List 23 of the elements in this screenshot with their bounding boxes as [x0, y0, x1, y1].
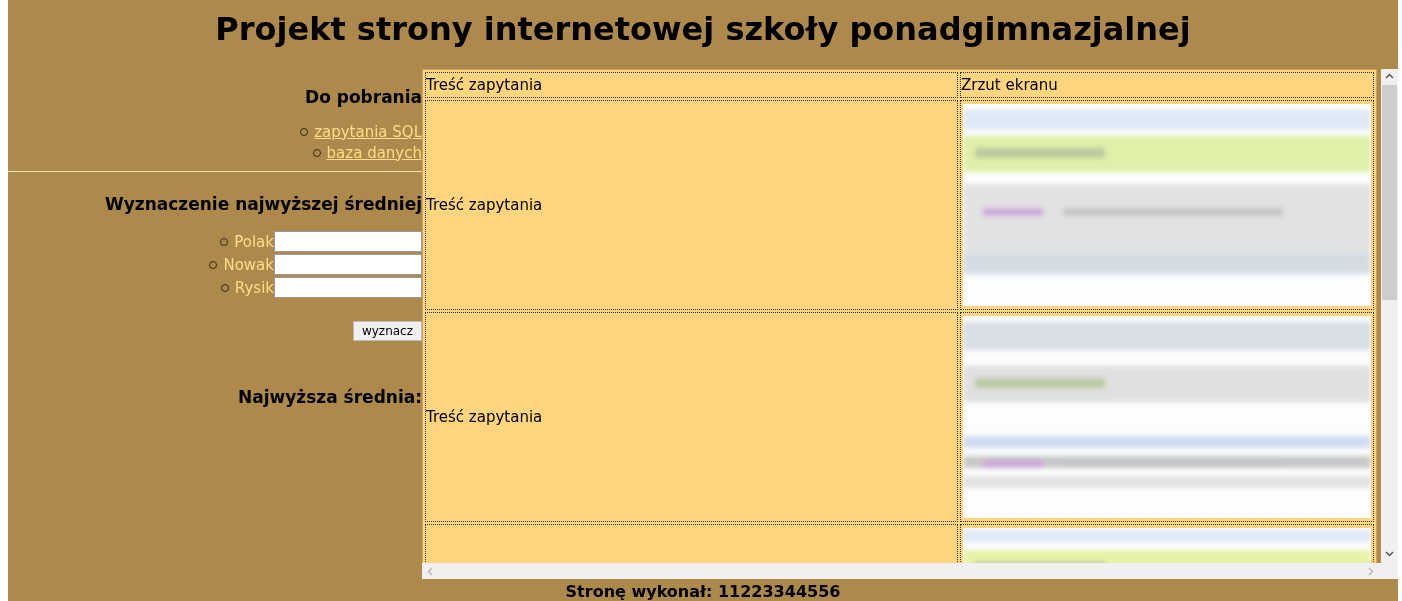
download-link[interactable]: baza danych	[326, 143, 422, 162]
column-header: Treść zapytania	[425, 72, 958, 98]
input-field[interactable]	[274, 254, 422, 275]
scrollbar-thumb[interactable]	[1382, 85, 1397, 300]
page-title: Projekt strony internetowej szkoły ponadgimnazjalnej	[214, 9, 1192, 50]
section-heading: Do pobrania	[305, 87, 422, 107]
section-heading: Wyznaczenie najwyższej średniej	[104, 194, 422, 214]
scroll-down-icon[interactable]	[1385, 551, 1394, 557]
footer-text: Stronę wykonał: 11223344556	[564, 581, 842, 601]
input-field[interactable]	[274, 231, 422, 252]
input-field[interactable]	[274, 277, 422, 298]
scroll-left-icon[interactable]	[427, 566, 433, 576]
download-link[interactable]: zapytania SQL	[314, 122, 422, 141]
field-label: Nowak	[223, 255, 274, 274]
scroll-right-icon[interactable]	[1368, 566, 1374, 576]
result-label: Najwyższa średnia:	[238, 387, 422, 407]
column-header: Zrzut ekranu	[960, 72, 1374, 98]
scroll-up-icon[interactable]	[1385, 73, 1394, 79]
table-cell: Treść zapytania	[425, 312, 958, 522]
calculate-button[interactable]: wyznacz	[352, 321, 422, 341]
field-label: Rysik	[234, 278, 274, 297]
table-cell: Treść zapytania	[425, 100, 958, 310]
field-label: Polak	[234, 232, 274, 251]
